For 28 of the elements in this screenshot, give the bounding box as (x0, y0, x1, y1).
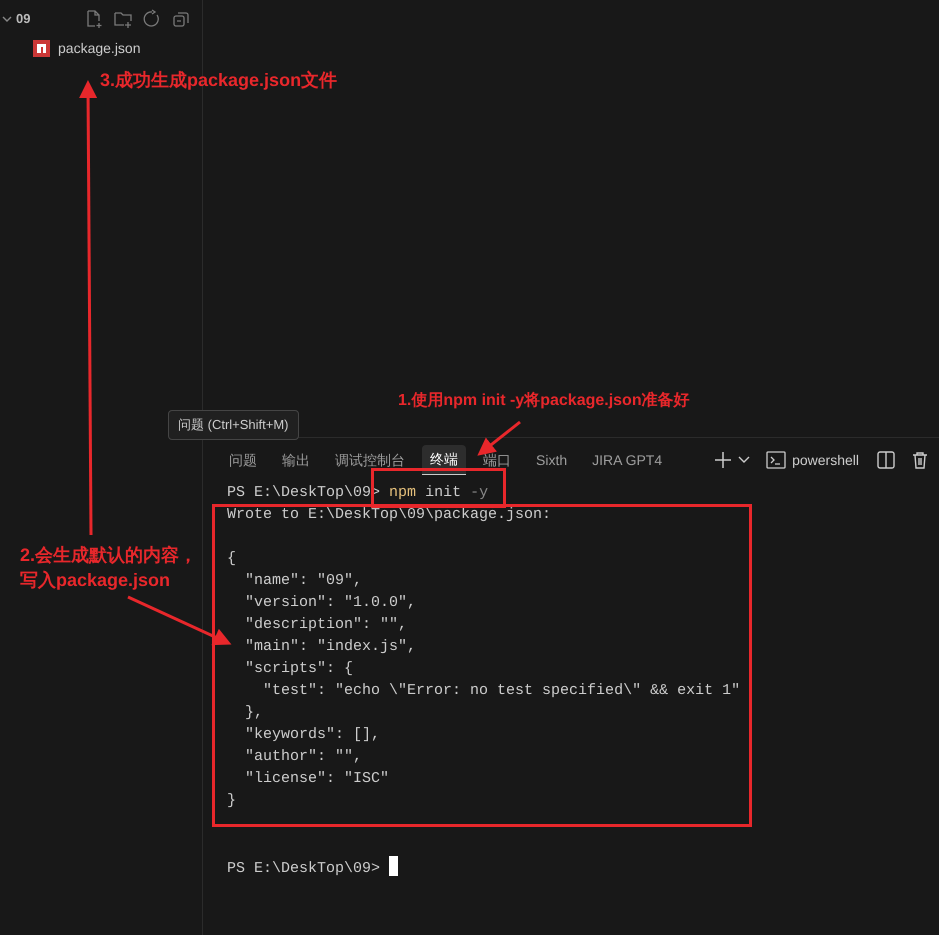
output-line: Wrote to E:\DeskTop\09\package.json: (227, 505, 552, 525)
panel-tab[interactable]: 问题 (221, 446, 265, 474)
panel-tab[interactable]: 调试控制台 (327, 446, 413, 474)
output-line: "version": "1.0.0", (244, 593, 418, 613)
annotation: 2.会生成默认的内容，写入package.json (20, 544, 198, 592)
prompt-line: PS E:\DeskTop\09> (227, 860, 382, 877)
output-line: "author": "", (244, 747, 364, 767)
panel-tab[interactable]: 输出 (274, 446, 318, 474)
output-line: "keywords": [], (244, 725, 382, 745)
output-line: } (227, 791, 238, 811)
panel-tab[interactable]: JIRA GPT4 (584, 446, 670, 474)
tooltip: 问题 (Ctrl+Shift+M) (168, 410, 299, 440)
panel-tab[interactable]: 端口 (475, 446, 519, 474)
folder-name[interactable]: 09 (16, 9, 30, 29)
output-line: "license": "ISC" (244, 769, 390, 789)
output-line: "test": "echo \"Error: no test specified\" && exit 1" (262, 681, 742, 701)
output-line: { (227, 549, 238, 569)
output-line: "description": "", (244, 615, 408, 635)
output-line: }, (244, 703, 264, 723)
annotation: 1.使用npm init -y将package.json准备好 (398, 390, 691, 411)
output-line: "name": "09", (244, 571, 364, 591)
panel-tab[interactable]: Sixth (528, 446, 576, 474)
file-name[interactable]: package.json (58, 38, 141, 58)
terminal-profile[interactable]: powershell (792, 450, 859, 470)
panel-tab[interactable]: 终端 (422, 445, 466, 475)
annotation: 3.成功生成package.json文件 (100, 69, 338, 92)
output-line: "main": "index.js", (244, 637, 418, 657)
output-line: "scripts": { (244, 659, 354, 679)
